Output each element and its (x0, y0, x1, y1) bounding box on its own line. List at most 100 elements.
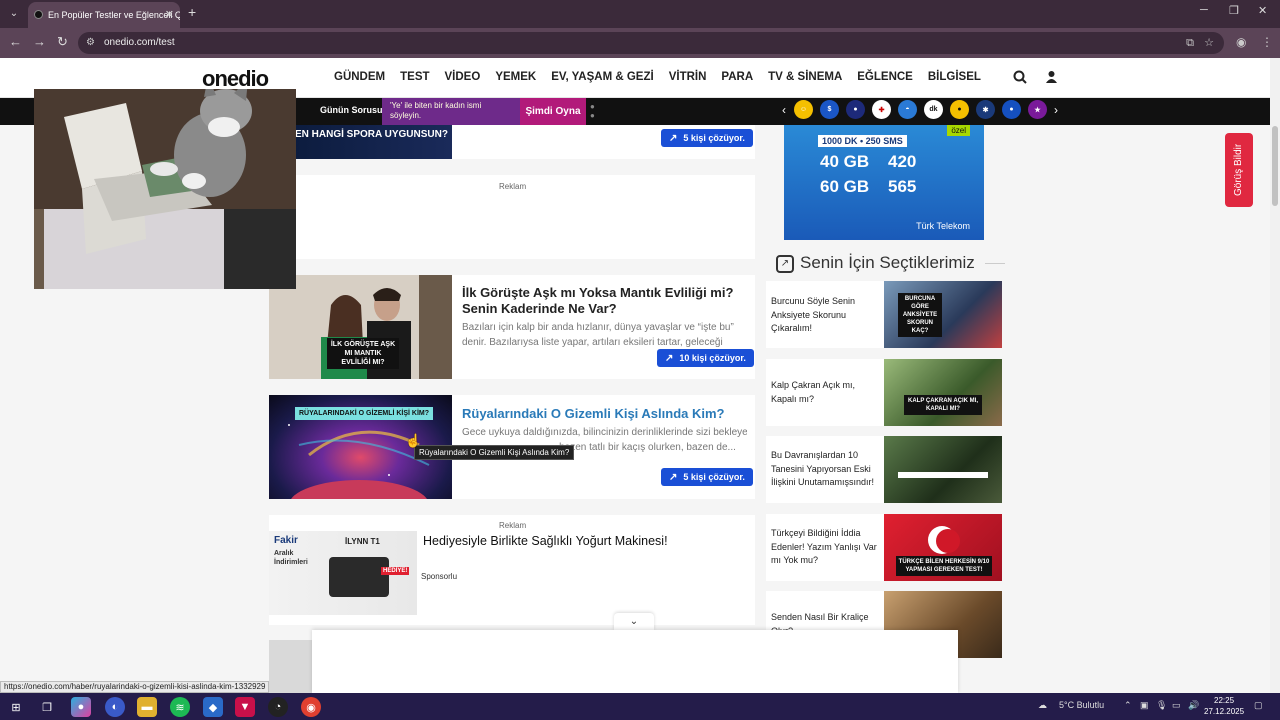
money-category-icon[interactable]: $ (820, 100, 839, 119)
category-carousel: ‹ ☺ $ ● ✚ ◓ dk ● ✱ ● ★ › (782, 100, 1066, 119)
spotify-icon[interactable]: ≋ (170, 697, 190, 717)
telekom-ad[interactable]: özel 1000 DK • 250 SMS 40 GB 420 60 GB 5… (784, 125, 984, 240)
side-item-1-img-text: BURCUNA GÖRE ANKSİYETE SKORUN KAÇ? (898, 293, 942, 337)
sticky-bottom-ad[interactable] (312, 630, 958, 693)
brand-category-icon[interactable]: ● (1002, 100, 1021, 119)
weather-text[interactable]: 5°C Bulutlu (1059, 700, 1104, 710)
nav-gundem[interactable]: GÜNDEM (334, 71, 385, 83)
app-icon-dark[interactable]: ◔ (268, 697, 288, 717)
app-icon-blue[interactable]: ◐ (105, 697, 125, 717)
volume-icon[interactable]: 🔊 (1188, 700, 1199, 711)
file-explorer-icon[interactable]: ▬ (137, 697, 157, 717)
solve-count-text: 10 kişi çözüyor. (679, 353, 746, 363)
nav-tv-sinema[interactable]: TV & SİNEMA (768, 71, 842, 83)
carousel-prev-icon[interactable]: ‹ (782, 103, 786, 117)
tray-chevron-icon[interactable]: ⌃ (1124, 700, 1132, 711)
sponsored-title[interactable]: Hediyesiyle Birlikte Sağlıklı Yoğurt Mak… (423, 534, 668, 548)
side-item-2[interactable]: Kalp Çakran Açık mı, Kapalı mı? KALP ÇAK… (766, 359, 1002, 426)
nav-video[interactable]: VİDEO (445, 71, 481, 83)
feedback-button[interactable]: Görüş Bildir (1225, 133, 1253, 207)
quiz-title-love[interactable]: İlk Görüşte Aşk mı Yoksa Mantık Evliliği… (462, 285, 747, 317)
task-view-icon[interactable]: ❐ (37, 697, 57, 717)
quiz-thumb-sport[interactable]: EN HANGİ SPORA UYGUNSUN? (269, 125, 452, 159)
side-item-3-text[interactable]: Bu Davranışlardan 10 Tanesini Yapıyorsan… (771, 449, 879, 490)
new-tab-icon[interactable]: + (188, 4, 196, 20)
dk-category-icon[interactable]: dk (924, 100, 943, 119)
minimize-icon[interactable]: ─ (1200, 4, 1208, 16)
tab-search-icon[interactable]: ⌄ (4, 5, 24, 23)
floating-video-player[interactable] (34, 89, 296, 289)
nav-vitrin[interactable]: VİTRİN (669, 71, 707, 83)
network-icon[interactable]: ▭ (1172, 700, 1181, 711)
app-icon-diamond[interactable]: ◆ (203, 697, 223, 717)
channel-category-icon[interactable]: ● (846, 100, 865, 119)
forward-icon[interactable]: → (33, 34, 46, 49)
side-section-title: Senin İçin Seçtiklerimiz (800, 253, 975, 272)
side-item-1-text[interactable]: Burcunu Söyle Senin Anksiyete Skorunu Çı… (771, 295, 879, 336)
notification-icon[interactable]: ▢ (1254, 700, 1263, 711)
quiz-card-love[interactable]: İLK GÖRÜŞTE AŞK MI MANTIK EVLİLİĞİ MI? İ… (269, 275, 755, 379)
fakir-campaign: Aralık İndirimleri (274, 550, 308, 566)
nav-test[interactable]: TEST (400, 71, 429, 83)
bookmark-star-icon[interactable]: ☆ (1204, 32, 1214, 54)
nav-para[interactable]: PARA (721, 71, 753, 83)
clock[interactable]: 22:25 27.12.2025 (1204, 695, 1244, 717)
app-icon-red[interactable]: ▼ (235, 697, 255, 717)
solve-count-text: 5 kişi çözüyor. (683, 133, 745, 143)
close-window-icon[interactable]: ✕ (1258, 4, 1267, 17)
start-icon[interactable]: ⊞ (6, 697, 26, 717)
sponsored-ad[interactable]: Reklam Fakir Aralık İndirimleri İLYNN T1… (269, 515, 755, 625)
side-item-4-image[interactable]: TÜRKÇE BİLEN HERKESİN 9/10 YAPMASI GEREK… (884, 514, 1002, 581)
url-text: onedio.com/test (104, 37, 175, 48)
side-item-3[interactable]: Bu Davranışlardan 10 Tanesini Yapıyorsan… (766, 436, 1002, 503)
weather-cloud-icon[interactable]: ☁ (1038, 700, 1047, 711)
tray-app-icon[interactable]: ▣ (1140, 700, 1149, 711)
food-category-icon[interactable]: ● (950, 100, 969, 119)
quiz-thumb-love[interactable]: İLK GÖRÜŞTE AŞK MI MANTIK EVLİLİĞİ MI? (269, 275, 452, 379)
side-item-3-image[interactable] (884, 436, 1002, 503)
game-category-icon[interactable]: ★ (1028, 100, 1047, 119)
sport-category-icon[interactable]: ◓ (898, 100, 917, 119)
carousel-dots[interactable]: ● ● (590, 102, 595, 120)
nav-yemek[interactable]: YEMEK (495, 71, 536, 83)
microphone-icon[interactable]: 🎙 (1156, 700, 1167, 711)
copilot-icon[interactable]: ● (71, 697, 91, 717)
play-now-button[interactable]: Şimdi Oyna (520, 98, 586, 125)
bottom-ad-toggle-icon[interactable]: ⌄ (614, 613, 654, 631)
chrome-icon[interactable]: ◉ (301, 697, 321, 717)
side-item-1-image[interactable]: BURCUNA GÖRE ANKSİYETE SKORUN KAÇ? (884, 281, 1002, 348)
side-item-1[interactable]: Burcunu Söyle Senin Anksiyete Skorunu Çı… (766, 281, 1002, 348)
scrollbar-thumb[interactable] (1272, 126, 1278, 206)
quiz-card-sport[interactable]: EN HANGİ SPORA UYGUNSUN? ↗ 5 kişi çözüyor… (269, 125, 755, 159)
emoji-category-icon[interactable]: ☺ (794, 100, 813, 119)
user-icon[interactable] (1045, 70, 1058, 86)
side-item-2-image[interactable]: KALP ÇAKRAN AÇIK MI, KAPALI MI? (884, 359, 1002, 426)
page-scrollbar[interactable] (1270, 58, 1280, 693)
health-category-icon[interactable]: ✚ (872, 100, 891, 119)
main-nav: GÜNDEM TEST VİDEO YEMEK EV, YAŞAM & GEZİ… (334, 71, 996, 83)
close-tab-icon[interactable]: ✕ (165, 2, 174, 28)
side-item-4-text[interactable]: Türkçeyi Bildiğini İddia Edenler! Yazım … (771, 527, 879, 568)
sponsored-image[interactable]: Fakir Aralık İndirimleri İLYNN T1 HEDİYE… (269, 531, 417, 615)
install-app-icon[interactable]: ⧉ (1186, 32, 1194, 54)
side-item-4-img-text: TÜRKÇE BİLEN HERKESİN 9/10 YAPMASI GEREK… (896, 556, 992, 576)
quiz-title-dream[interactable]: Rüyalarındaki O Gizemli Kişi Aslında Kim… (462, 406, 747, 422)
nav-eglence[interactable]: EĞLENCE (857, 71, 913, 83)
nav-ev-yasam[interactable]: EV, YAŞAM & GEZİ (551, 71, 653, 83)
side-item-2-text[interactable]: Kalp Çakran Açık mı, Kapalı mı? (771, 379, 879, 406)
reload-icon[interactable]: ↻ (57, 34, 68, 50)
back-icon[interactable]: ← (9, 34, 22, 49)
nav-bilgisel[interactable]: BİLGİSEL (928, 71, 981, 83)
uk-category-icon[interactable]: ✱ (976, 100, 995, 119)
restore-icon[interactable]: ❐ (1229, 4, 1239, 17)
browser-tab[interactable]: En Popüler Testler ve Eğlenceli Q ✕ (28, 2, 180, 28)
url-field[interactable]: ⚙ onedio.com/test ⧉ ☆ (78, 32, 1224, 54)
site-info-icon[interactable]: ⚙ (86, 32, 95, 54)
profile-icon[interactable]: ◉ (1236, 35, 1246, 49)
browser-menu-icon[interactable]: ⋮ (1261, 35, 1273, 49)
quiz-desc-dream-line1: Gece uykuya daldığınızda, bilincinizin d… (462, 427, 747, 438)
search-icon[interactable] (1013, 70, 1027, 87)
carousel-next-icon[interactable]: › (1054, 103, 1058, 117)
side-item-4[interactable]: Türkçeyi Bildiğini İddia Edenler! Yazım … (766, 514, 1002, 581)
telekom-gb-60: 60 GB (820, 177, 870, 196)
